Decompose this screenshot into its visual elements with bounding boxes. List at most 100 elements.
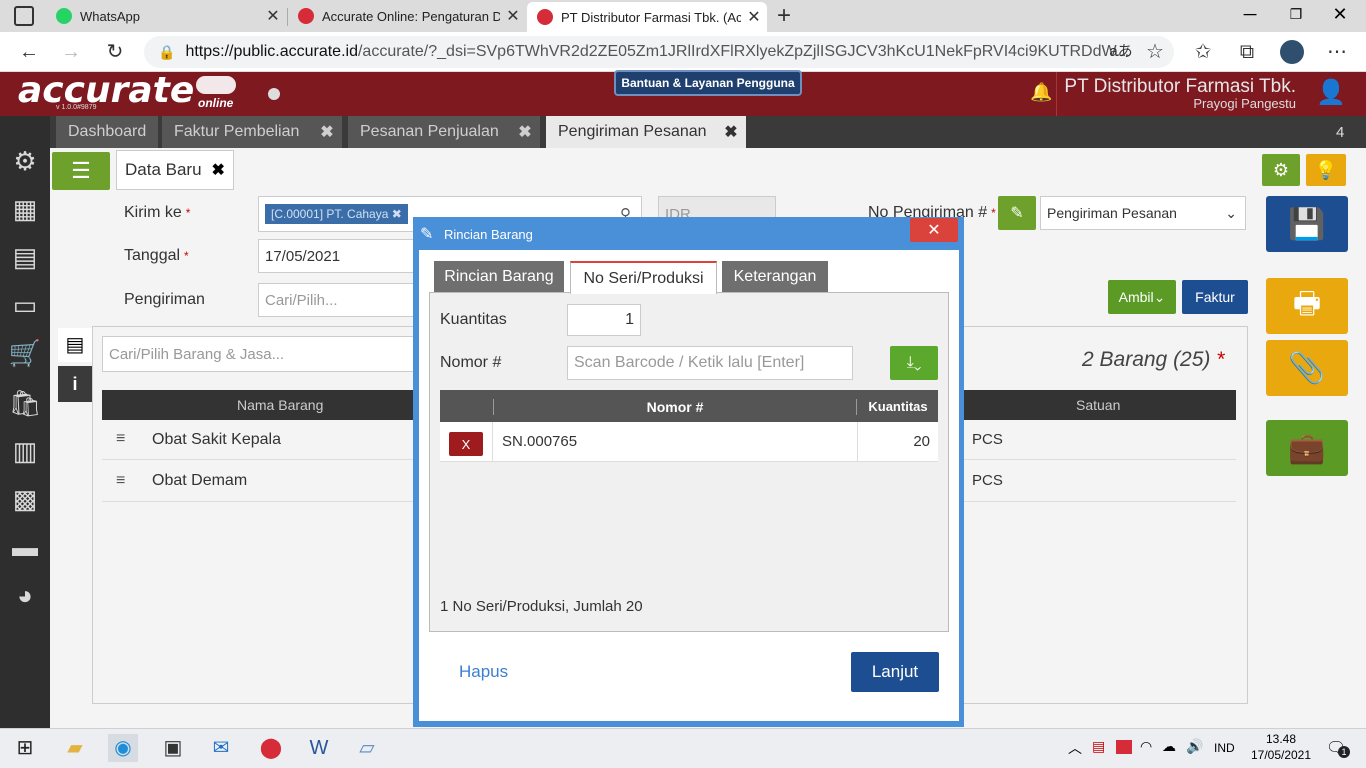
minimize-icon[interactable]: ─ (1240, 4, 1260, 25)
report-pie-icon[interactable]: ◕ (8, 578, 42, 612)
modules-icon[interactable]: ▦ (8, 192, 42, 226)
back-icon[interactable]: ← (14, 38, 44, 66)
lanjut-button[interactable]: Lanjut (851, 652, 939, 692)
delete-row-button[interactable]: X (449, 432, 483, 456)
cloud-icon (196, 76, 236, 94)
ambil-button[interactable]: Ambil ⌄ (1108, 280, 1176, 314)
tray-red-icon[interactable] (1116, 740, 1132, 754)
edge-icon[interactable]: ◉ (108, 734, 138, 762)
tab-pengiriman-pesanan[interactable]: Pengiriman Pesanan ✖ (546, 116, 746, 148)
wallet-icon[interactable]: ▭ (8, 288, 42, 322)
subtab-data-baru[interactable]: Data Baru ✖ (116, 150, 234, 190)
tab-pesanan-penjualan[interactable]: Pesanan Penjualan ✖ (348, 116, 540, 148)
tab-keterangan[interactable]: Keterangan (722, 261, 828, 293)
cart-icon[interactable]: 🛒 (8, 336, 42, 370)
tax-icon[interactable]: ▬ (8, 530, 42, 564)
close-icon[interactable]: ✖ (510, 122, 540, 142)
accurate-logo[interactable]: accurate (18, 72, 194, 110)
window-menu-icon[interactable] (14, 6, 34, 26)
browser-tab-accurate-settings[interactable]: Accurate Online: Pengaturan Dat ✕ (288, 0, 526, 32)
tanggal-field[interactable]: 17/05/2021 (258, 239, 418, 273)
new-tab-icon[interactable]: + (772, 2, 796, 30)
drag-handle-icon[interactable]: ≡ (116, 430, 125, 448)
tab-dashboard[interactable]: Dashboard (56, 116, 158, 148)
close-icon[interactable]: ✕ (741, 7, 767, 27)
favorite-icon[interactable]: ☆ (1140, 38, 1170, 66)
windows-start-icon[interactable]: ⊞ (10, 734, 40, 762)
cabinet-icon[interactable]: ▥ (8, 434, 42, 468)
forward-icon[interactable]: → (56, 38, 86, 66)
item-search-input[interactable]: Cari/Pilih Barang & Jasa... (102, 336, 422, 372)
mail-icon[interactable]: ✉ (206, 734, 236, 762)
close-icon[interactable]: ✖ (312, 122, 342, 142)
wifi-icon[interactable]: ◠ (1140, 738, 1152, 755)
save-button[interactable]: 💾 (1266, 196, 1348, 252)
window-close-icon[interactable]: ✕ (1330, 4, 1350, 25)
clock[interactable]: 13.48 17/05/2021 (1248, 731, 1314, 763)
hapus-button[interactable]: Hapus (459, 662, 508, 682)
onedrive-icon[interactable]: ☁ (1162, 738, 1176, 755)
drag-handle-icon[interactable]: ≡ (116, 472, 125, 490)
user-avatar-icon[interactable]: 👤 (1316, 78, 1346, 108)
download-button[interactable]: ⤓⌄ (890, 346, 938, 380)
more-icon[interactable]: ⋯ (1322, 38, 1352, 66)
tab-rincian-barang[interactable]: Rincian Barang (434, 261, 564, 293)
attachment-button[interactable]: 📎 (1266, 340, 1348, 396)
word-icon[interactable]: W (304, 734, 334, 762)
language-indicator[interactable]: IND (1214, 741, 1235, 755)
tray-chevron-icon[interactable]: ︿ (1068, 738, 1082, 758)
info-icon[interactable]: i (58, 366, 92, 402)
left-sidebar: ⚙ ▦ ▤ ▭ 🛒 🛍 ▥ ▩ ▬ ◕ (0, 116, 50, 728)
read-aloud-icon[interactable]: aあ (1106, 38, 1136, 66)
maximize-icon[interactable]: ❐ (1286, 6, 1306, 23)
close-icon[interactable]: ✖ (212, 160, 225, 180)
accurate-app-icon[interactable]: ⬤ (256, 734, 286, 762)
help-button[interactable]: Bantuan & Layanan Pengguna (614, 70, 802, 96)
print-button[interactable]: 🖶 (1266, 278, 1348, 334)
briefcase-button[interactable]: 💼 (1266, 420, 1348, 476)
address-bar-row: ← → ↻ 🔒 https://public.accurate.id/accur… (0, 32, 1366, 72)
file-explorer-icon[interactable]: ▰ (60, 734, 90, 762)
kuantitas-input[interactable]: 1 (567, 304, 641, 336)
url-field[interactable]: 🔒 https://public.accurate.id/accurate/?_… (144, 36, 1174, 68)
faktur-button[interactable]: Faktur (1182, 280, 1248, 314)
pengiriman-field[interactable]: Cari/Pilih... (258, 283, 418, 317)
close-icon[interactable]: ✕ (260, 6, 286, 26)
pencil-icon: ✎ (420, 226, 434, 243)
ledger-icon[interactable]: ▤ (8, 240, 42, 274)
logo-text: accurate (18, 70, 195, 111)
tab-count[interactable]: 4 (1336, 124, 1344, 141)
edit-number-button[interactable]: ✎ (998, 196, 1036, 230)
bag-icon[interactable]: 🛍 (8, 386, 42, 420)
store-icon[interactable]: ▣ (158, 734, 188, 762)
doc-type-select[interactable]: Pengiriman Pesanan ⌄ (1040, 196, 1246, 230)
nomor-input[interactable]: Scan Barcode / Ketik lalu [Enter] (567, 346, 853, 380)
serial-summary: 1 No Seri/Produksi, Jumlah 20 (440, 598, 643, 615)
collections-icon[interactable]: ⧉ (1232, 38, 1262, 66)
reload-icon[interactable]: ↻ (100, 38, 130, 66)
settings-gear-button[interactable]: ⚙ (1262, 154, 1300, 186)
tab-faktur-pembelian[interactable]: Faktur Pembelian ✖ (162, 116, 342, 148)
notepad-icon[interactable]: ▱ (352, 734, 382, 762)
profile-avatar[interactable] (1280, 40, 1304, 64)
detail-list-icon[interactable]: ▤ (58, 328, 92, 362)
serial-number: SN.000765 (502, 433, 578, 450)
modal-close-button[interactable]: ✕ (910, 218, 958, 242)
list-view-button[interactable]: ☰ (52, 152, 110, 190)
favorites-icon[interactable]: ✩ (1188, 38, 1218, 66)
kuantitas-label: Kuantitas (440, 311, 507, 328)
browser-tab-whatsapp[interactable]: WhatsApp ✕ (46, 0, 286, 32)
customer-chip[interactable]: [C.00001] PT. Cahaya ✖ (265, 204, 408, 224)
gear-icon[interactable]: ⚙ (8, 144, 42, 178)
close-icon[interactable]: ✖ (716, 122, 746, 142)
subtab-label: Data Baru (125, 160, 202, 179)
tips-button[interactable]: 💡 (1306, 154, 1346, 186)
tray-app-icon[interactable]: ▤ (1092, 738, 1105, 755)
volume-icon[interactable]: 🔊 (1186, 738, 1203, 755)
close-icon[interactable]: ✕ (500, 6, 526, 26)
notification-bell-icon[interactable]: 🔔 (1030, 82, 1052, 103)
building-icon[interactable]: ▩ (8, 482, 42, 516)
tab-no-seri-produksi[interactable]: No Seri/Produksi (570, 261, 717, 294)
col-nomor: Nomor # (493, 399, 857, 415)
browser-tab-distributor[interactable]: PT Distributor Farmasi Tbk. (Accu ✕ (527, 2, 767, 32)
